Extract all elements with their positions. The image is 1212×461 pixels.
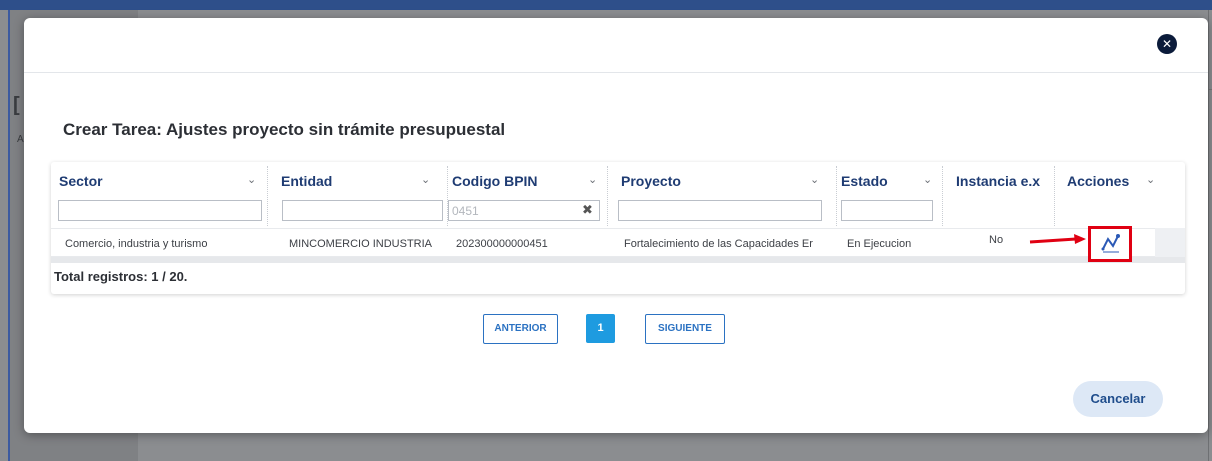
- column-header-label: Proyecto: [621, 173, 681, 189]
- column-header-label: Codigo BPIN: [452, 173, 538, 189]
- background-edge: [1208, 10, 1209, 461]
- current-page-button[interactable]: 1: [586, 314, 615, 343]
- column-header-label: Entidad: [281, 173, 333, 189]
- background-subtext: A: [17, 134, 24, 145]
- column-header-instancia[interactable]: Instancia e.x: [948, 162, 1048, 200]
- projects-grid: Sector ⌄ Entidad ⌄ Codigo BPIN ⌄ Proyect…: [51, 162, 1185, 294]
- cancel-button[interactable]: Cancelar: [1073, 381, 1163, 417]
- column-header-estado[interactable]: Estado ⌄: [833, 162, 941, 200]
- row-scroll-shade: [1155, 228, 1185, 257]
- column-separator: [1054, 166, 1055, 226]
- close-icon[interactable]: ✕: [1157, 34, 1177, 54]
- previous-page-button[interactable]: ANTERIOR: [483, 314, 558, 344]
- background-heading: [: [13, 94, 20, 116]
- chart-line-icon[interactable]: [1101, 233, 1121, 253]
- chevron-down-icon[interactable]: ⌄: [247, 173, 256, 186]
- entidad-filter-input[interactable]: [282, 200, 443, 221]
- column-separator: [267, 166, 268, 226]
- arrow-annotation-icon: [1029, 234, 1086, 244]
- modal-header: ✕: [24, 18, 1208, 73]
- chevron-down-icon[interactable]: ⌄: [810, 173, 819, 186]
- cell-proyecto: Fortalecimiento de las Capacidades Er: [624, 238, 813, 250]
- column-header-label: Acciones: [1067, 173, 1130, 189]
- chevron-down-icon[interactable]: ⌄: [923, 173, 932, 186]
- horizontal-scrollbar[interactable]: [51, 257, 1185, 263]
- highlighted-action: [1088, 226, 1132, 262]
- chevron-down-icon[interactable]: ⌄: [1146, 173, 1155, 186]
- modal-title: Crear Tarea: Ajustes proyecto sin trámit…: [63, 120, 506, 139]
- cell-estado: En Ejecucion: [847, 238, 912, 250]
- chevron-down-icon[interactable]: ⌄: [588, 173, 597, 186]
- background-top-bar: [0, 0, 1212, 10]
- next-page-button[interactable]: SIGUIENTE: [645, 314, 725, 344]
- chevron-down-icon[interactable]: ⌄: [421, 173, 430, 186]
- column-header-entidad[interactable]: Entidad ⌄: [273, 162, 447, 200]
- column-separator: [942, 166, 943, 226]
- column-header-bpin[interactable]: Codigo BPIN ⌄: [444, 162, 604, 200]
- column-header-label: Sector: [59, 173, 103, 189]
- clear-filter-icon[interactable]: ✖: [582, 202, 593, 218]
- bpin-filter-input[interactable]: [448, 200, 600, 221]
- cell-sector: Comercio, industria y turismo: [65, 238, 208, 250]
- column-header-acciones[interactable]: Acciones ⌄: [1059, 162, 1169, 200]
- cell-instancia: No: [989, 234, 1004, 246]
- column-header-proyecto[interactable]: Proyecto ⌄: [613, 162, 835, 200]
- column-header-label: Instancia e.x: [956, 173, 1041, 189]
- proyecto-filter-input[interactable]: [618, 200, 822, 221]
- column-header-label: Estado: [841, 173, 888, 189]
- sector-filter-input[interactable]: [58, 200, 262, 221]
- cell-bpin: 202300000000451: [456, 238, 548, 250]
- cell-entidad: MINCOMERCIO INDUSTRIA: [289, 238, 432, 250]
- column-separator: [607, 166, 608, 226]
- estado-filter-input[interactable]: [841, 200, 933, 221]
- total-records: Total registros: 1 / 20.: [54, 269, 188, 284]
- column-header-sector[interactable]: Sector ⌄: [51, 162, 267, 200]
